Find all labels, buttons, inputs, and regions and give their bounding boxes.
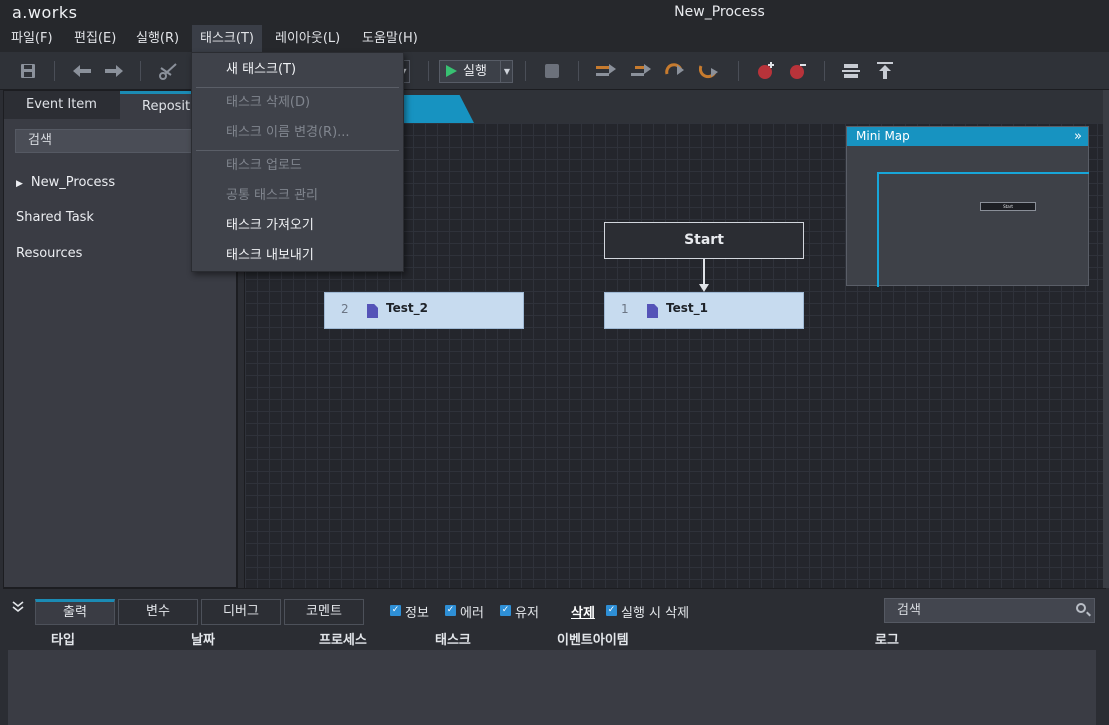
start-node[interactable]: Start (604, 222, 804, 259)
mini-map-start-node: Start (980, 202, 1036, 211)
bottom-splitter[interactable] (3, 588, 1106, 596)
step-over-icon[interactable] (596, 61, 616, 81)
task-label: Test_1 (666, 301, 708, 315)
tab-debug[interactable]: 디버그 (201, 599, 281, 625)
log-search-input[interactable]: 검색 (884, 598, 1095, 623)
task-number: 2 (341, 302, 349, 316)
step-into-icon[interactable] (665, 61, 685, 81)
remove-breakpoint-icon[interactable] (788, 61, 808, 81)
double-chevron-right-icon[interactable]: » (1074, 127, 1082, 146)
tab-comment[interactable]: 코멘트 (284, 599, 364, 625)
delete-on-run-label: 실행 시 삭제 (621, 606, 690, 621)
menu-edit[interactable]: 편집(E) (66, 25, 124, 52)
menu-item-export-task[interactable]: 태스크 내보내기 (192, 241, 403, 271)
title-bar: a.works New_Process (0, 0, 1109, 25)
cut-icon[interactable] (158, 61, 178, 81)
menu-file[interactable]: 파일(F) (3, 25, 61, 52)
toolbar: 검색 (0, 52, 1109, 142)
column-process[interactable]: 프로세스 (319, 629, 367, 648)
menu-bar: 파일(F) 편집(E) 실행(R) 태스크(T) 레이아웃(L) 도움말(H) (0, 25, 1109, 52)
tree-item-resources[interactable]: Resources (16, 246, 82, 261)
menu-item-import-task[interactable]: 태스크 가져오기 (192, 211, 403, 241)
flow-connector (703, 259, 705, 285)
chevron-right-icon[interactable]: ▶ (16, 179, 23, 189)
delete-log-link[interactable]: 삭제 (571, 602, 595, 621)
export-up-icon[interactable] (875, 61, 895, 81)
menu-layout[interactable]: 레이아웃(L) (267, 25, 348, 52)
menu-task[interactable]: 태스크(T) (192, 25, 262, 52)
tree-item-label: New_Process (30, 175, 116, 190)
document-icon (367, 304, 378, 318)
mini-map[interactable]: Mini Map » Start (846, 126, 1089, 287)
search-icon[interactable] (1076, 603, 1086, 613)
task-number: 1 (621, 302, 629, 316)
column-type[interactable]: 타입 (51, 629, 75, 648)
user-filter-label: 유저 (515, 606, 539, 621)
window-title: New_Process (674, 4, 765, 20)
column-task[interactable]: 태스크 (435, 629, 471, 648)
error-checkbox[interactable]: ✓ (445, 605, 456, 616)
stop-icon[interactable] (542, 61, 562, 81)
play-icon (446, 65, 457, 77)
log-table-body[interactable] (8, 650, 1096, 725)
error-filter-label: 에러 (460, 606, 484, 621)
add-breakpoint-icon[interactable] (756, 61, 776, 81)
collapse-panel-icon[interactable] (12, 601, 24, 617)
vertical-scrollbar[interactable] (1103, 90, 1109, 588)
log-search-placeholder: 검색 (897, 603, 921, 618)
run-dropdown-chevron-icon[interactable]: ▼ (500, 61, 513, 82)
delete-on-run-checkbox[interactable]: ✓ (606, 605, 617, 616)
info-checkbox[interactable]: ✓ (390, 605, 401, 616)
log-table-header: 타입 날짜 프로세스 태스크 이벤트아이템 로그 (3, 625, 1106, 649)
task-node-test-1[interactable]: 1 Test_1 (604, 292, 804, 329)
flow-arrowhead (699, 284, 709, 292)
task-node-test-2[interactable]: 2 Test_2 (324, 292, 524, 329)
tab-event-item[interactable]: Event Item (4, 91, 120, 119)
mini-map-viewport[interactable] (877, 172, 1089, 287)
forward-arrow-icon[interactable] (104, 61, 124, 81)
column-date[interactable]: 날짜 (191, 629, 215, 648)
menu-item-new-task[interactable]: 새 태스크(T) (192, 55, 403, 85)
align-icon[interactable] (841, 61, 861, 81)
menu-item-manage-shared-task[interactable]: 공통 태스크 관리 (192, 181, 403, 211)
menu-item-upload-task[interactable]: 태스크 업로드 (192, 151, 403, 181)
tab-variables[interactable]: 변수 (118, 599, 198, 625)
tree-item-shared-task[interactable]: Shared Task (16, 210, 94, 225)
tab-process-canvas[interactable] (402, 95, 474, 123)
back-arrow-icon[interactable] (72, 61, 92, 81)
column-event-item[interactable]: 이벤트아이템 (557, 629, 629, 648)
task-label: Test_2 (386, 301, 428, 315)
menu-item-delete-task[interactable]: 태스크 삭제(D) (192, 88, 403, 118)
repository-search-input[interactable]: 검색 (15, 129, 215, 153)
menu-item-rename-task[interactable]: 태스크 이름 변경(R)... (192, 118, 403, 148)
tab-output[interactable]: 출력 (35, 599, 115, 625)
info-filter-label: 정보 (405, 606, 429, 621)
run-button-label: 실행 (463, 64, 487, 79)
task-menu-dropdown: 새 태스크(T) 태스크 삭제(D) 태스크 이름 변경(R)... 태스크 업… (191, 52, 404, 272)
mini-map-title: Mini Map (856, 129, 910, 143)
tree-item-new-process[interactable]: ▶ New_Process (16, 175, 115, 190)
user-checkbox[interactable]: ✓ (500, 605, 511, 616)
document-icon (647, 304, 658, 318)
mini-map-header: Mini Map » (847, 127, 1088, 146)
column-log[interactable]: 로그 (875, 629, 899, 648)
menu-run[interactable]: 실행(R) (128, 25, 187, 52)
step-out-icon[interactable] (699, 61, 719, 81)
save-icon[interactable] (18, 61, 38, 81)
menu-help[interactable]: 도움말(H) (354, 25, 426, 52)
step-icon[interactable] (631, 61, 651, 81)
